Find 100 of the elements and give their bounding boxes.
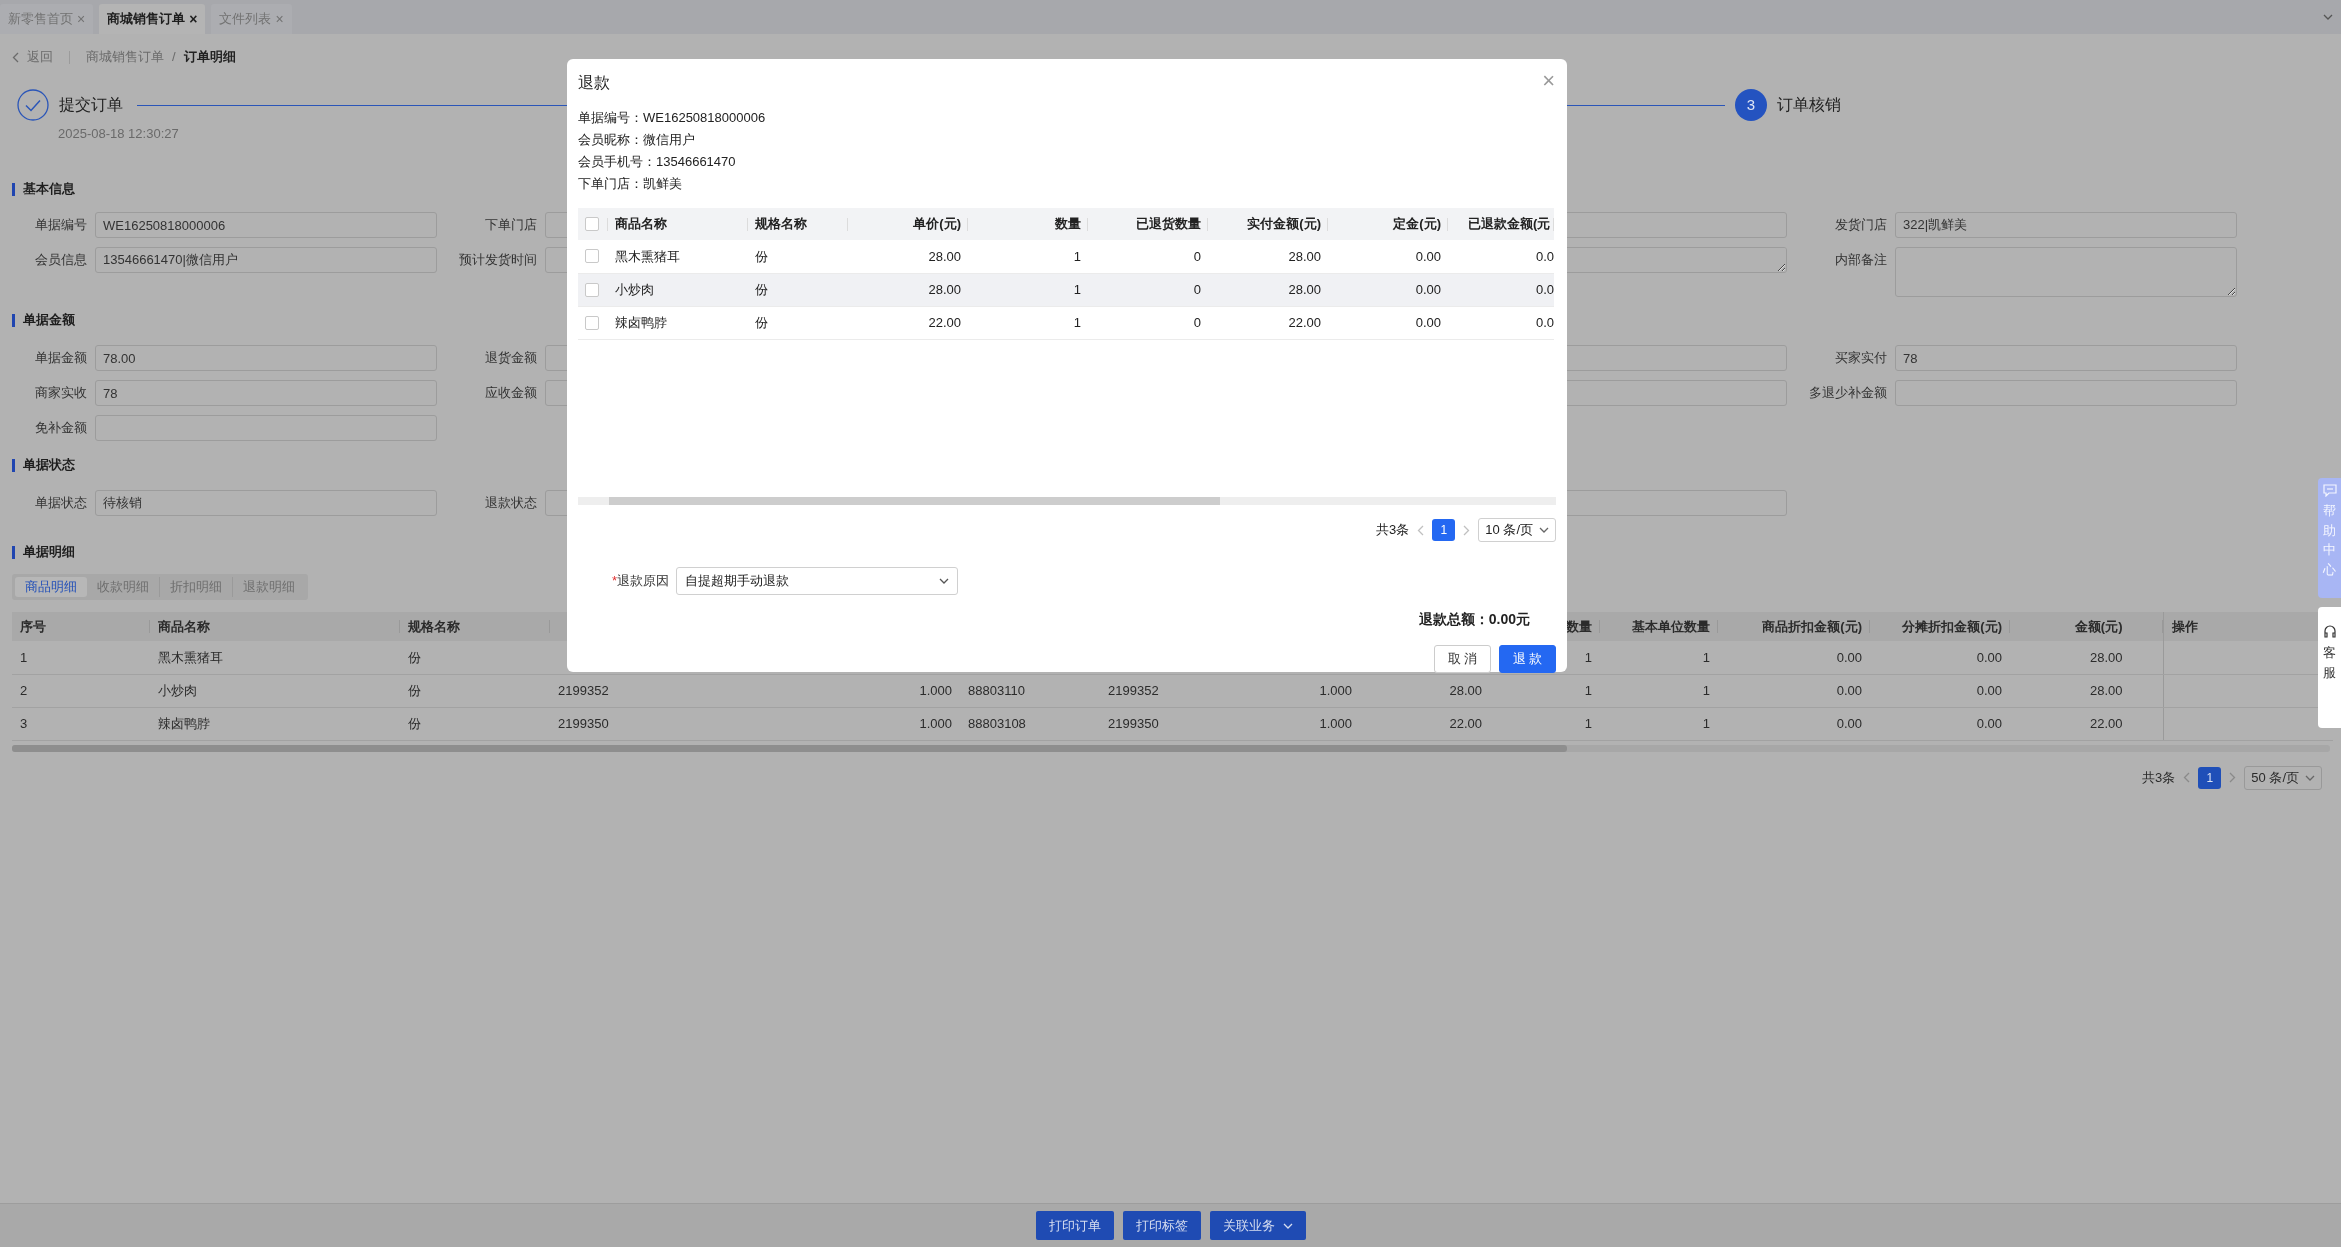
field-label: *退款原因 [610,572,670,591]
page-size-select[interactable]: 10 条/页 [1478,518,1556,542]
table-cell: 1 [1702,715,1710,731]
table-cell: 0.0 [1535,281,1554,297]
field-label: 预计发货时间 [458,251,538,269]
page-tab[interactable]: 商城销售订单 × [99,4,206,34]
column-header: 规格名称 [408,618,460,634]
table-cell: 辣卤鸭脖 [615,314,667,330]
field-label: 免补金额 [34,419,88,437]
page-size-select[interactable]: 50 条/页 [2244,765,2322,790]
section-title: 单据状态 [0,453,2341,477]
chevron-left-icon[interactable] [1417,524,1425,536]
page-button[interactable]: 1 [2198,766,2222,789]
table-cell: 0.00 [1976,715,2002,731]
step-title: 提交订单 [59,95,123,115]
checkbox[interactable] [585,249,599,264]
checkbox[interactable] [585,315,599,330]
caret-icon [939,578,949,584]
table-cell: 1.000 [1319,715,1352,731]
field-label: 内部备注 [1834,251,1888,269]
table-cell: 0.00 [1976,649,2002,665]
field-label: 单据编号 [34,216,88,234]
refund-total: 退款总额：0.00元 [1417,610,1531,629]
table-cell: 1 [1073,248,1081,264]
field-label: 买家实付 [1834,349,1888,367]
chevron-right-icon[interactable] [2229,772,2237,783]
table-cell: 22.00 [1288,314,1321,330]
chevron-down-icon[interactable] [2323,14,2333,20]
detail-tab[interactable]: 商品明细 [15,577,87,597]
text-field[interactable]: 13546661470|微信用户 [95,247,437,273]
reason-select[interactable]: 自提超期手动退款 [676,567,958,595]
field-label: 发货门店 [1834,216,1888,234]
footer-button[interactable]: 打印标签 [1122,1211,1201,1240]
table-cell: 黑木熏猪耳 [158,649,223,665]
table-cell: 份 [408,682,421,698]
table-cell: 0 [1193,248,1201,264]
refund-button[interactable]: 退 款 [1499,645,1556,673]
column-header: 单价(元) [913,216,961,232]
table-cell: 0.00 [1415,281,1441,297]
info-line: 下单门店：凯鲜美 [578,175,683,193]
chevron-left-icon[interactable] [2183,772,2191,783]
text-area[interactable] [1895,247,2237,297]
info-line: 单据编号：WE16250818000006 [578,109,767,127]
page-button[interactable]: 1 [1432,519,1456,541]
table-cell: 2199350 [1108,715,1159,731]
table-cell: 0.00 [1415,248,1441,264]
table-cell: 2199352 [558,682,609,698]
footer-button[interactable]: 关联业务 [1209,1211,1306,1240]
footer-button[interactable]: 打印订单 [1035,1211,1114,1240]
text-field[interactable]: 78 [1895,345,2237,371]
table-cell: 22.00 [928,314,961,330]
table-cell: 0.00 [1836,682,1862,698]
info-line: 会员昵称：微信用户 [578,131,696,149]
table-cell: 份 [755,281,768,297]
table-cell: 88803108 [968,715,1026,731]
text-field[interactable]: 78 [95,380,437,406]
table-cell: 28.00 [928,248,961,264]
check-circle-icon [17,89,49,121]
field-label: 应收金额 [484,384,538,402]
text-field[interactable]: 78.00 [95,345,437,371]
table-cell: 0 [1193,314,1201,330]
customer-service-tab[interactable]: 客服 [2318,607,2341,728]
table-cell: 28.00 [2089,649,2123,665]
table-cell: 0.0 [1535,314,1554,330]
breadcrumb-current: 订单明细 [183,48,236,67]
text-field[interactable]: 待核销 [95,490,437,516]
checkbox[interactable] [585,217,599,231]
horizontal-scrollbar[interactable] [12,744,2330,752]
headset-icon [2322,625,2337,639]
table-cell: 小炒肉 [615,281,654,297]
field-label: 单据金额 [34,349,88,367]
table-cell: 0.00 [1836,715,1862,731]
table-cell: 1 [1584,682,1592,698]
total-count: 共3条 [1376,521,1410,540]
table-cell: 1 [1073,314,1081,330]
table-cell: 28.00 [1288,248,1321,264]
table-cell: 份 [408,649,421,665]
field-label: 单据状态 [34,494,88,512]
table-cell: 2199350 [558,715,609,731]
caret-icon [1282,1222,1293,1229]
table-cell: 28.00 [1288,281,1321,297]
table-cell: 1 [1702,682,1710,698]
checkbox[interactable] [585,282,599,297]
field-label: 退款状态 [484,494,538,512]
step-number: 3 [1735,89,1767,121]
horizontal-scrollbar[interactable] [578,497,1556,505]
chevron-right-icon[interactable] [1463,524,1471,536]
column-header: 基本单位数量 [1632,618,1710,634]
table-cell: 22.00 [2089,715,2123,731]
column-header: 数量 [1055,216,1081,232]
close-button[interactable]: × [189,8,198,30]
text-field[interactable]: 322|凯鲜美 [1895,212,2237,238]
table-cell: 0.00 [1836,649,1862,665]
table-cell: 1.000 [919,682,952,698]
table-cell: 黑木熏猪耳 [615,248,680,264]
text-field[interactable]: WE16250818000006 [95,212,437,238]
table-cell: 份 [755,248,768,264]
table-cell: 28.00 [2089,682,2123,698]
column-header: 已退款金额(元 [1468,216,1551,232]
cancel-button[interactable]: 取 消 [1434,645,1491,673]
